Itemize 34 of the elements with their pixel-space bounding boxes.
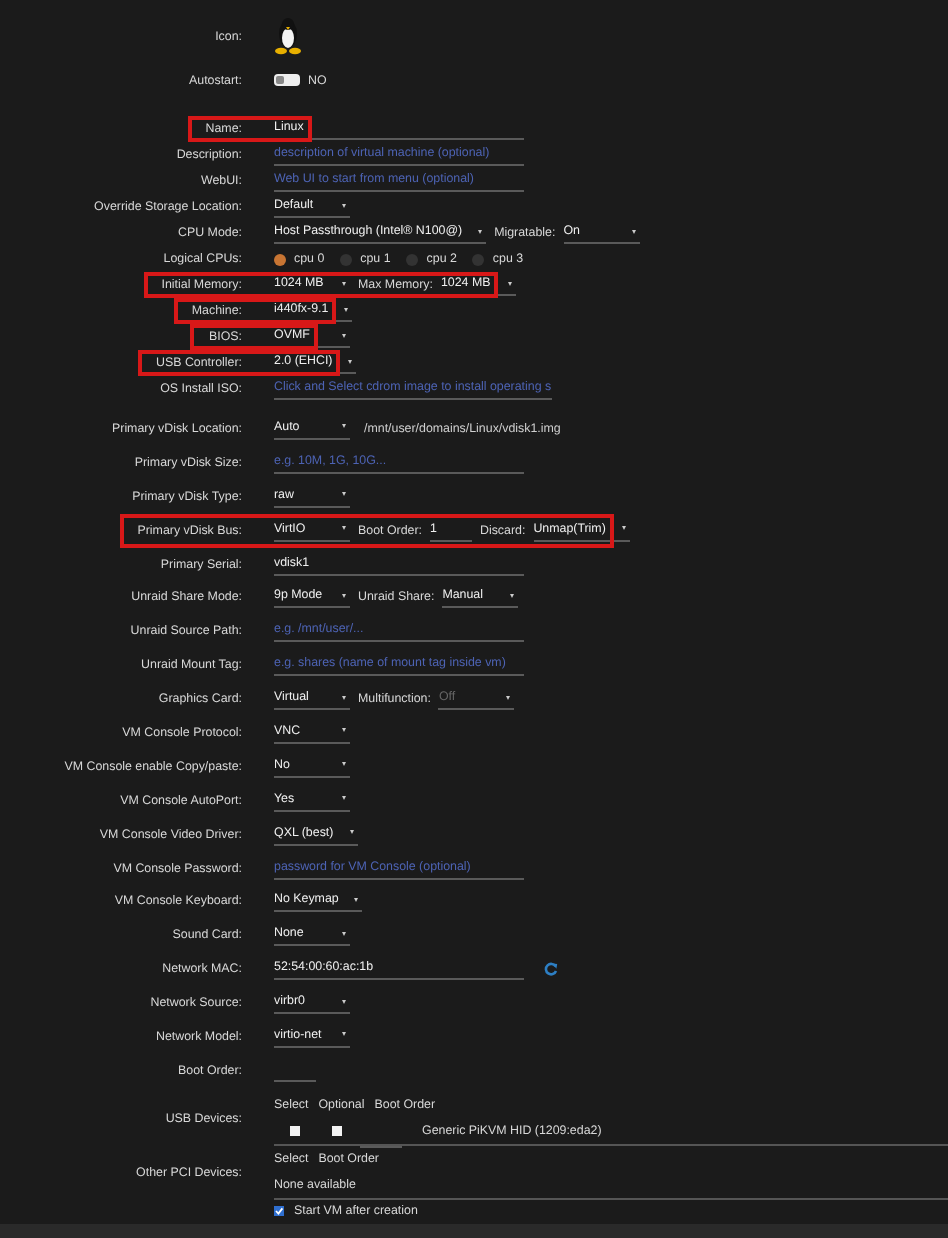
checkbox[interactable] bbox=[332, 1125, 342, 1136]
caret-icon bbox=[478, 229, 483, 233]
caret-icon bbox=[342, 593, 346, 598]
radio-button[interactable] bbox=[274, 253, 286, 265]
penguin-icon bbox=[274, 16, 302, 56]
caret-icon bbox=[342, 1032, 346, 1037]
radio-button[interactable] bbox=[340, 253, 353, 265]
caret-icon bbox=[342, 526, 346, 531]
caret-icon bbox=[510, 593, 515, 598]
caret-icon bbox=[631, 229, 636, 233]
caret-icon bbox=[342, 424, 346, 429]
caret-icon bbox=[506, 695, 511, 700]
caret-icon bbox=[342, 492, 346, 497]
radio-button[interactable] bbox=[472, 253, 485, 265]
checkbox[interactable] bbox=[274, 1205, 284, 1216]
caret-icon bbox=[348, 359, 353, 363]
caret-icon bbox=[342, 728, 346, 733]
toggle-switch[interactable] bbox=[274, 74, 300, 86]
caret-icon bbox=[342, 762, 346, 767]
caret-icon bbox=[342, 203, 346, 207]
caret-icon bbox=[344, 307, 349, 311]
caret-icon bbox=[354, 897, 359, 902]
caret-icon bbox=[342, 999, 346, 1004]
caret-icon bbox=[342, 333, 346, 337]
caret-icon bbox=[508, 281, 513, 285]
caret-icon bbox=[349, 830, 354, 835]
checkbox[interactable] bbox=[290, 1125, 300, 1136]
caret-icon bbox=[342, 796, 346, 801]
refresh-icon[interactable] bbox=[544, 962, 558, 977]
radio-button[interactable] bbox=[406, 253, 419, 265]
caret-icon bbox=[342, 931, 346, 936]
caret-icon bbox=[342, 281, 346, 285]
caret-icon bbox=[342, 695, 346, 700]
caret-icon bbox=[621, 526, 626, 531]
